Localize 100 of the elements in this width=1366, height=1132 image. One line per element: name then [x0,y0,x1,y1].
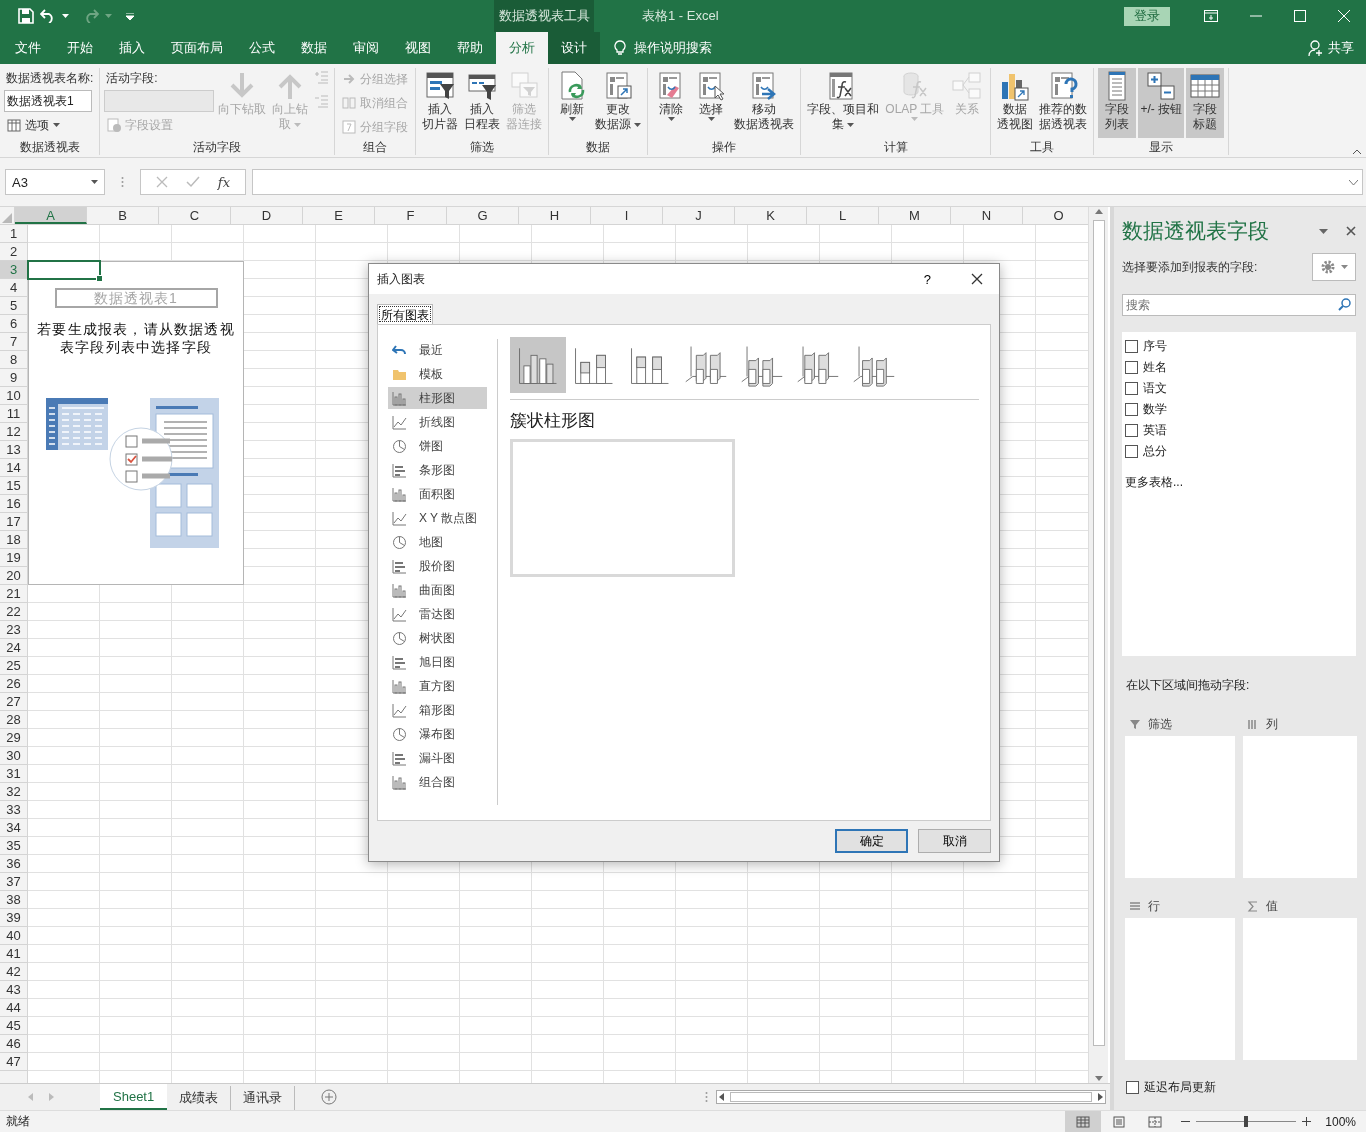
collapse-ribbon-icon[interactable] [1352,149,1362,155]
row-header[interactable]: 46 [0,1035,27,1053]
ribbon-button[interactable]: 选项 [4,114,96,136]
chart-category[interactable]: X Y 散点图 [388,507,487,529]
maximize-icon[interactable] [1294,10,1306,22]
row-header[interactable]: 16 [0,495,27,513]
ribbon-tab[interactable]: 页面布局 [158,32,236,64]
chart-category[interactable]: 条形图 [388,459,487,481]
row-header[interactable]: 30 [0,747,27,765]
row-header[interactable]: 8 [0,351,27,369]
row-header[interactable]: 18 [0,531,27,549]
horizontal-scrollbar[interactable] [716,1090,1106,1104]
chart-category[interactable]: 模板 [388,363,487,385]
active-cell[interactable] [27,260,101,280]
row-header[interactable]: 25 [0,657,27,675]
chart-category[interactable]: 漏斗图 [388,747,487,769]
column-header[interactable]: M [879,207,951,224]
row-header[interactable]: 23 [0,621,27,639]
row-header[interactable]: 20 [0,567,27,585]
chart-category[interactable]: 树状图 [388,627,487,649]
view-button[interactable] [1065,1111,1102,1132]
settings-button[interactable] [1312,253,1356,281]
row-header[interactable]: 27 [0,693,27,711]
column-header[interactable]: I [591,207,663,224]
ribbon-tab[interactable]: 分析 [496,32,548,64]
check-icon[interactable] [185,176,200,188]
ribbon-tab[interactable]: 视图 [392,32,444,64]
checkbox[interactable] [1125,424,1138,437]
ribbon-button[interactable]: 字段 标题 [1186,68,1225,138]
ribbon-tab[interactable]: 文件 [2,32,54,64]
row-header[interactable]: 4 [0,279,27,297]
add-sheet-icon[interactable] [321,1089,338,1105]
save-icon[interactable] [18,8,34,24]
row-header[interactable]: 1 [0,225,27,243]
search-field[interactable]: 搜索 [1122,294,1356,316]
checkbox[interactable] [1125,340,1138,353]
dialog-button[interactable]: 取消 [918,829,991,853]
expand-caret-icon[interactable] [1349,179,1358,185]
row-header[interactable]: 9 [0,369,27,387]
dialog-tab[interactable]: 所有图表 [377,304,433,324]
row-header[interactable]: 29 [0,729,27,747]
row-header[interactable]: 10 [0,387,27,405]
column-header[interactable]: B [87,207,159,224]
column-header[interactable]: C [159,207,231,224]
checkbox[interactable] [1125,445,1138,458]
row-header[interactable]: 6 [0,315,27,333]
checkbox[interactable] [1125,361,1138,374]
row-header[interactable]: 40 [0,927,27,945]
chart-category[interactable]: 折线图 [388,411,487,433]
scroll-right-icon[interactable] [1095,1093,1105,1101]
ribbon-tab[interactable]: 审阅 [340,32,392,64]
column-header[interactable]: G [447,207,519,224]
more-tables-link[interactable]: 更多表格... [1125,474,1352,491]
row-header[interactable]: 12 [0,423,27,441]
ribbon-button[interactable]: 清除 [652,68,691,138]
sheet-tab[interactable]: Sheet1 [100,1084,168,1110]
row-header[interactable]: 11 [0,405,27,423]
row-header[interactable]: 3 [0,261,27,279]
scroll-up-icon[interactable] [1094,209,1103,214]
ribbon-button[interactable]: 插入 日程表 [462,68,503,138]
column-header[interactable]: N [951,207,1023,224]
ribbon-button[interactable]: 数据 透视图 [995,68,1036,138]
checkbox[interactable] [1126,1081,1139,1094]
ribbon-tab[interactable]: 公式 [236,32,288,64]
row-header[interactable]: 35 [0,837,27,855]
dialog-button[interactable]: 确定 [835,829,908,853]
chart-category[interactable]: 旭日图 [388,651,487,673]
row-header[interactable]: 34 [0,819,27,837]
row-header[interactable]: 43 [0,981,27,999]
row-header[interactable]: 39 [0,909,27,927]
chart-category[interactable]: 最近 [388,339,487,361]
column-header[interactable]: D [231,207,303,224]
scroll-down-icon[interactable] [1094,1076,1103,1081]
row-header[interactable]: 5 [0,297,27,315]
row-header[interactable]: 36 [0,855,27,873]
help-button[interactable]: ? [917,270,937,288]
row-header[interactable]: 28 [0,711,27,729]
chart-category[interactable]: 地图 [388,531,487,553]
chart-category[interactable]: 股价图 [388,555,487,577]
share-button[interactable]: 共享 [1328,39,1354,57]
row-header[interactable]: 42 [0,963,27,981]
insert-function-button[interactable]: fx [217,174,230,190]
checkbox[interactable] [1125,403,1138,416]
column-header[interactable]: L [807,207,879,224]
ribbon-tab[interactable]: 帮助 [444,32,496,64]
column-header[interactable]: K [735,207,807,224]
ribbon-button[interactable]: 推荐的数 据透视表 [1037,68,1090,138]
column-header[interactable]: H [519,207,591,224]
row-header[interactable]: 37 [0,873,27,891]
ribbon-button[interactable]: 刷新 [553,68,592,138]
zoom-thumb[interactable] [1244,1116,1249,1127]
vertical-scrollbar[interactable] [1088,207,1108,1083]
row-header[interactable]: 19 [0,549,27,567]
chart-category[interactable]: 面积图 [388,483,487,505]
row-header[interactable]: 32 [0,783,27,801]
zoom-in-icon[interactable] [1302,1117,1312,1126]
row-header[interactable]: 26 [0,675,27,693]
pivot-name-field[interactable]: 数据透视表1 [4,90,92,112]
row-header[interactable]: 47 [0,1053,27,1071]
chart-category[interactable]: 曲面图 [388,579,487,601]
